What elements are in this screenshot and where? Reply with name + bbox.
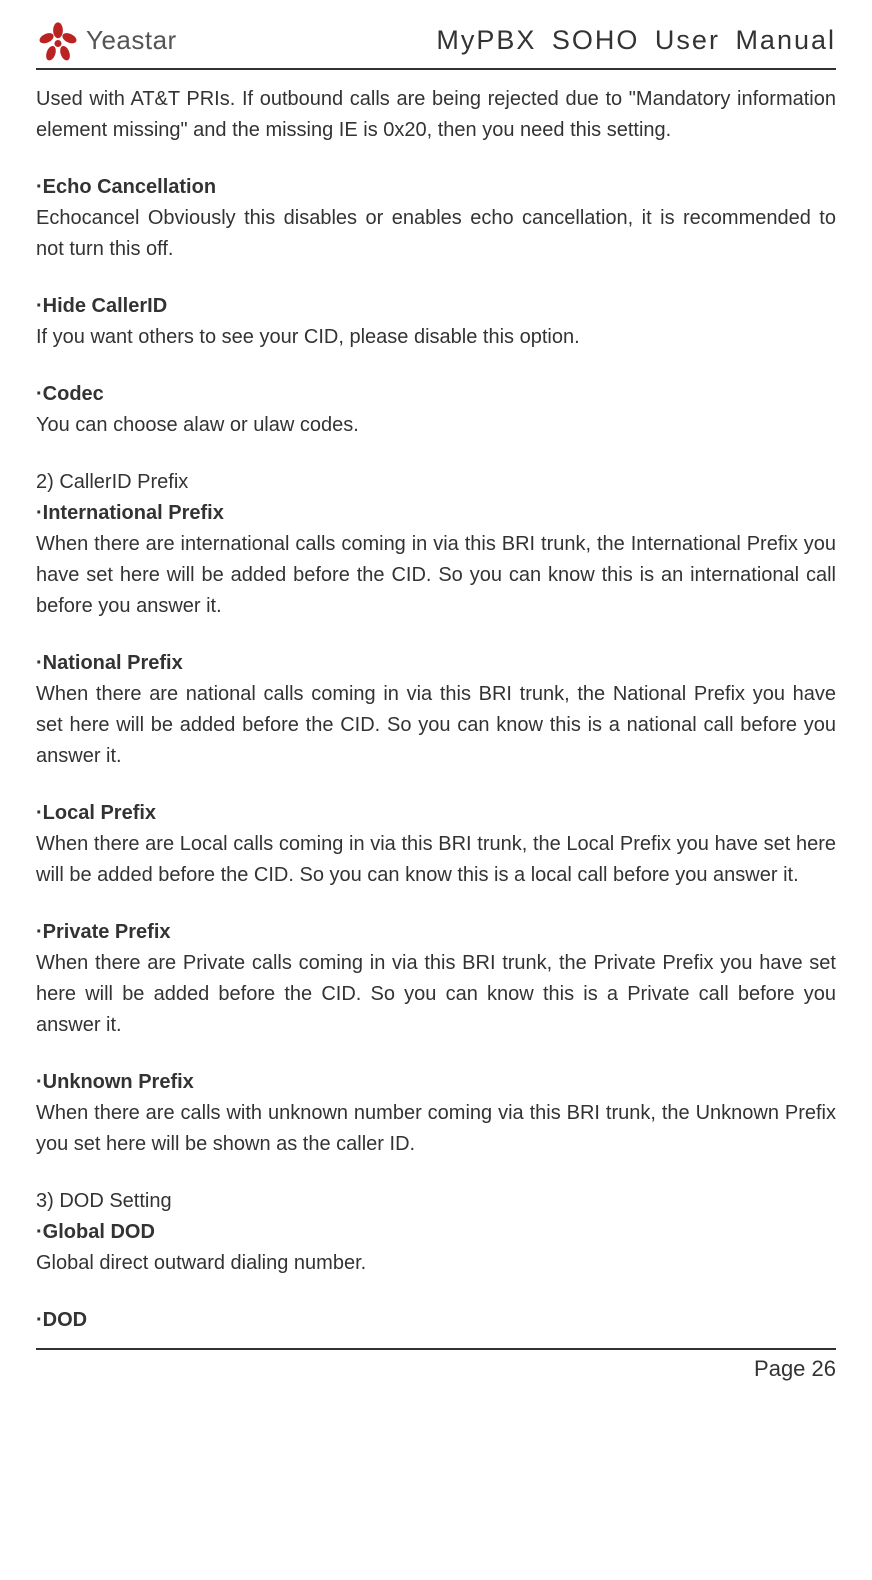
codec-text: You can choose alaw or ulaw codes. [36, 410, 836, 441]
page-number: Page 26 [36, 1356, 836, 1402]
global-dod-heading: ·Global DOD [36, 1217, 836, 1248]
echo-cancellation-text: Echocancel Obviously this disables or en… [36, 203, 836, 265]
national-prefix-text: When there are national calls coming in … [36, 679, 836, 772]
national-prefix-heading: ·National Prefix [36, 648, 836, 679]
international-prefix-heading: ·International Prefix [36, 498, 836, 529]
unknown-prefix-text: When there are calls with unknown number… [36, 1098, 836, 1160]
global-dod-text: Global direct outward dialing number. [36, 1248, 836, 1279]
unknown-prefix-heading: ·Unknown Prefix [36, 1067, 836, 1098]
local-prefix-heading: ·Local Prefix [36, 798, 836, 829]
dod-heading: ·DOD [36, 1305, 836, 1336]
intro-paragraph: Used with AT&T PRIs. If outbound calls a… [36, 84, 836, 146]
international-prefix-text: When there are international calls comin… [36, 529, 836, 622]
header-divider [36, 68, 836, 70]
section-2-heading: 2) CallerID Prefix [36, 467, 836, 498]
hide-callerid-text: If you want others to see your CID, plea… [36, 322, 836, 353]
echo-cancellation-heading: ·Echo Cancellation [36, 172, 836, 203]
page-header: Yeastar MyPBX SOHO User Manual [36, 18, 836, 66]
flower-logo-icon [36, 18, 80, 62]
codec-heading: ·Codec [36, 379, 836, 410]
document-title: MyPBX SOHO User Manual [436, 25, 836, 56]
private-prefix-heading: ·Private Prefix [36, 917, 836, 948]
footer-divider [36, 1348, 836, 1350]
document-page: Yeastar MyPBX SOHO User Manual Used with… [0, 0, 872, 1580]
document-body: Used with AT&T PRIs. If outbound calls a… [36, 84, 836, 1336]
brand-logo-group: Yeastar [36, 18, 177, 62]
local-prefix-text: When there are Local calls coming in via… [36, 829, 836, 891]
hide-callerid-heading: ·Hide CallerID [36, 291, 836, 322]
private-prefix-text: When there are Private calls coming in v… [36, 948, 836, 1041]
section-3-heading: 3) DOD Setting [36, 1186, 836, 1217]
brand-name: Yeastar [86, 25, 177, 56]
